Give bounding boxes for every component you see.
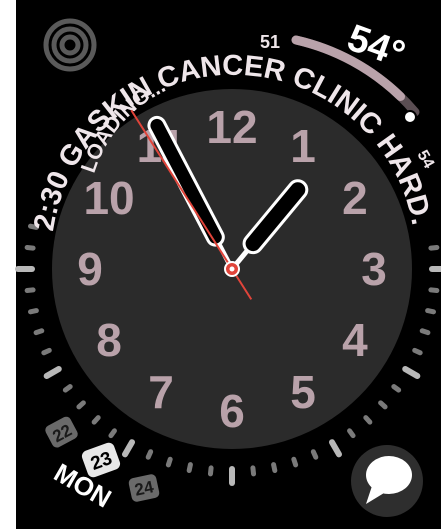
minute-tick bbox=[347, 428, 356, 439]
numeral-2: 2 bbox=[342, 172, 368, 224]
numeral-1: 1 bbox=[290, 120, 316, 172]
minute-tick bbox=[378, 400, 388, 410]
minute-tick bbox=[363, 415, 373, 425]
minute-tick bbox=[186, 462, 193, 473]
minute-tick bbox=[41, 347, 52, 356]
minute-tick bbox=[28, 308, 39, 315]
minute-tick bbox=[250, 465, 257, 477]
minute-tick bbox=[33, 328, 45, 336]
minute-tick bbox=[145, 449, 154, 460]
numeral-9: 9 bbox=[77, 243, 103, 295]
numeral-6: 6 bbox=[219, 385, 245, 437]
minute-tick bbox=[391, 384, 402, 393]
minute-tick bbox=[207, 465, 214, 477]
numeral-3: 3 bbox=[361, 243, 387, 295]
watch-face: 51 54 54° LOADING... 2:30 GASKIN CANCER … bbox=[0, 0, 441, 529]
temperature-low-label: 51 bbox=[260, 32, 280, 52]
minute-tick bbox=[291, 456, 299, 468]
minute-tick bbox=[91, 415, 101, 425]
minute-tick bbox=[165, 456, 173, 468]
messages-complication[interactable] bbox=[351, 445, 423, 517]
minute-tick bbox=[62, 384, 73, 393]
numeral-12: 12 bbox=[206, 101, 257, 153]
minute-tick bbox=[24, 244, 36, 251]
minute-tick bbox=[419, 328, 431, 336]
numeral-8: 8 bbox=[96, 314, 122, 366]
minute-tick bbox=[428, 287, 440, 294]
minute-tick bbox=[76, 400, 86, 410]
minute-tick bbox=[271, 462, 278, 473]
center-pin bbox=[229, 266, 235, 272]
numeral-10: 10 bbox=[83, 172, 134, 224]
numeral-4: 4 bbox=[342, 314, 368, 366]
minute-tick bbox=[24, 287, 36, 294]
minute-tick bbox=[428, 244, 440, 251]
temperature-indicator-dot bbox=[403, 110, 417, 124]
numeral-7: 7 bbox=[148, 366, 174, 418]
minute-tick bbox=[412, 347, 423, 356]
minute-tick bbox=[425, 308, 436, 315]
minute-tick bbox=[108, 428, 117, 439]
numeral-5: 5 bbox=[290, 366, 316, 418]
minute-tick bbox=[310, 449, 319, 460]
